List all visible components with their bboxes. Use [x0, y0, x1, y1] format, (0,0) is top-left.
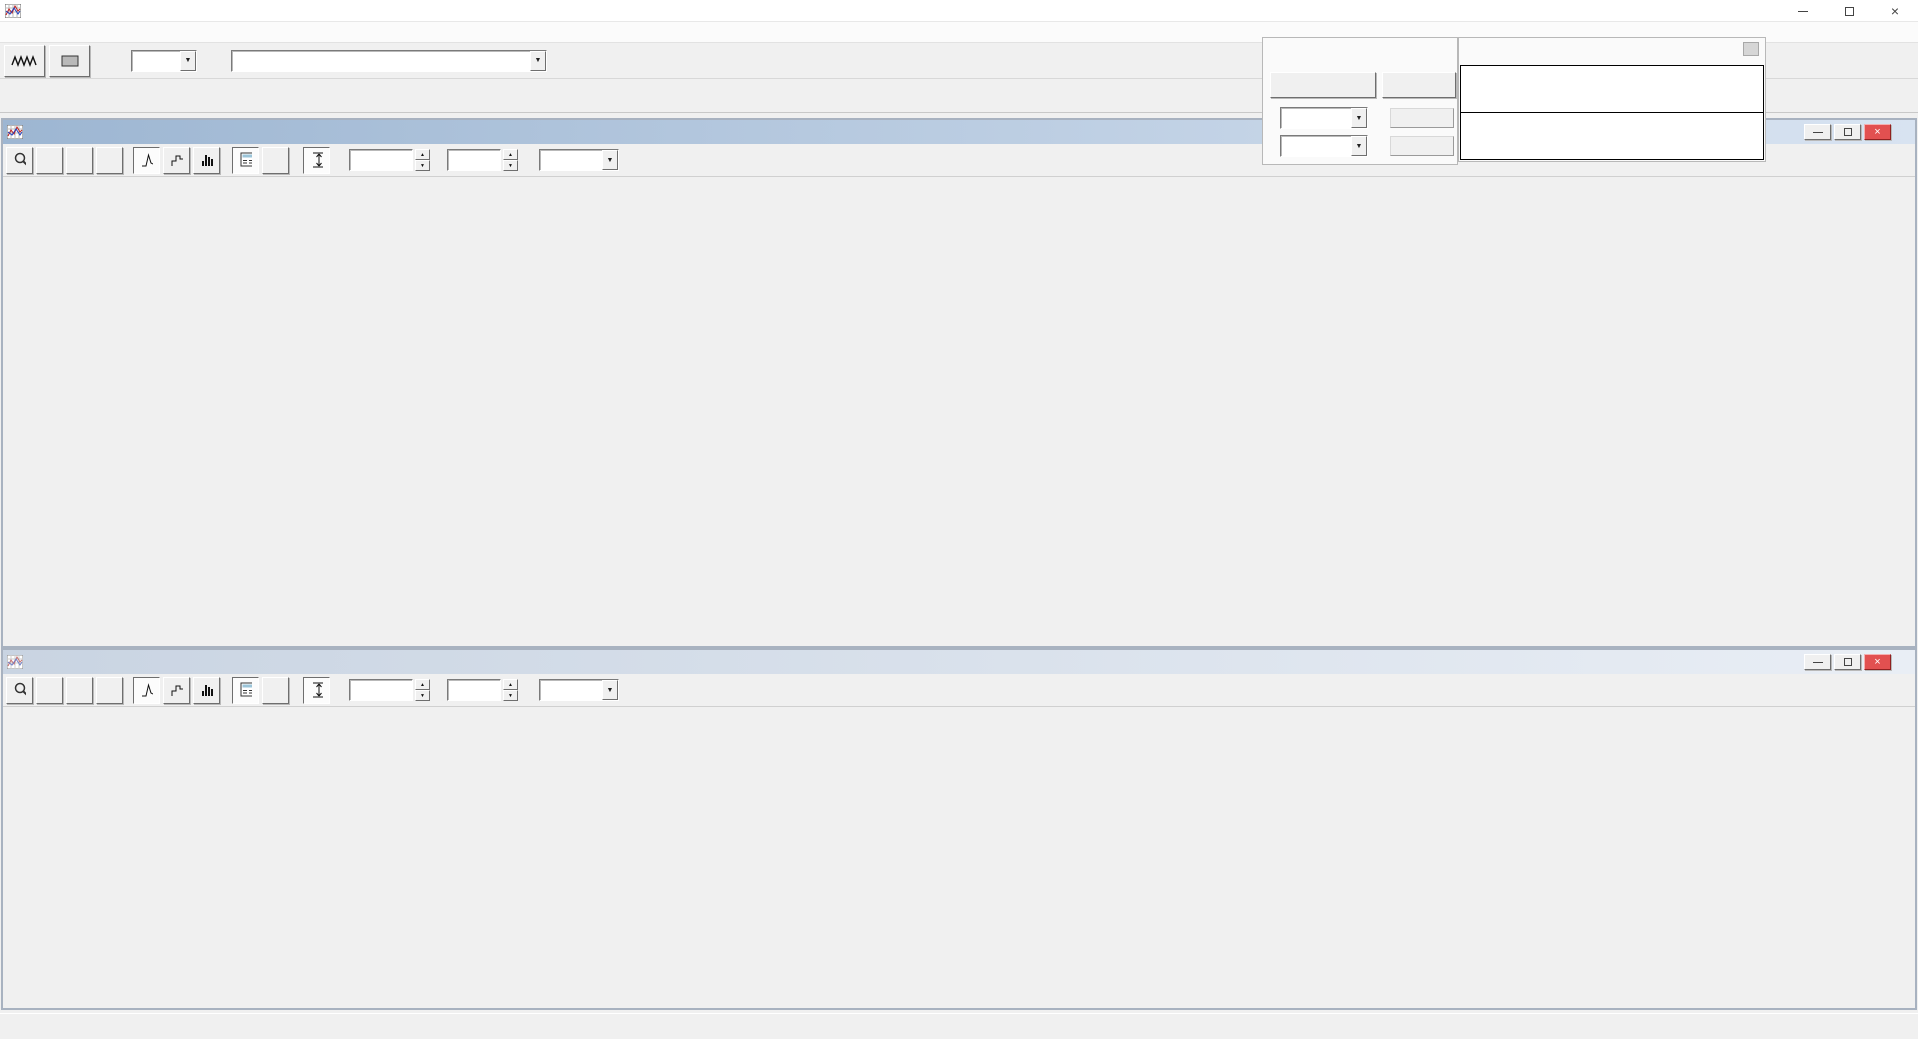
zoom-out-full-button[interactable] — [96, 146, 123, 174]
minimize-icon[interactable] — [1804, 124, 1831, 140]
zoom-icon[interactable] — [6, 676, 33, 704]
marker-button[interactable] — [262, 676, 289, 704]
close-icon[interactable]: × — [1872, 0, 1918, 22]
control-panel-icon[interactable] — [232, 676, 259, 704]
step-plot-mode-icon[interactable] — [163, 146, 190, 174]
plot-range-stepper[interactable]: ▲ ▼ — [503, 149, 518, 171]
spectrum-window-icon — [7, 125, 23, 139]
run-waveform-icon — [10, 54, 39, 68]
minimize-icon[interactable] — [1780, 0, 1826, 22]
main-titlebar: × — [0, 0, 1918, 22]
spectrum-left-window: × ▲ ▼ ▲ ▼ ▼ — [1, 118, 1917, 648]
amplitude-range-icon[interactable] — [303, 146, 330, 174]
right-signal-select[interactable]: ▼ — [1280, 135, 1368, 157]
spin-up-icon[interactable]: ▲ — [415, 679, 430, 690]
plot-range-input[interactable] — [447, 149, 501, 171]
bar-plot-mode-icon[interactable] — [193, 676, 220, 704]
step-plot-mode-icon[interactable] — [163, 676, 190, 704]
panel-menu-icon[interactable] — [1743, 42, 1759, 56]
spin-down-icon[interactable]: ▼ — [503, 690, 518, 701]
thd-panel — [1458, 37, 1766, 162]
maximize-icon[interactable] — [1834, 124, 1861, 140]
plot-range-input[interactable] — [447, 679, 501, 701]
zoom-in-2x-button[interactable] — [36, 146, 63, 174]
chevron-down-icon[interactable]: ▼ — [602, 680, 618, 700]
zoom-out-full-button[interactable] — [96, 676, 123, 704]
zoom-icon[interactable] — [6, 146, 33, 174]
line-plot-mode-icon[interactable] — [133, 676, 160, 704]
chevron-down-icon[interactable]: ▼ — [1351, 108, 1367, 128]
plot-top-stepper[interactable]: ▲ ▼ — [415, 679, 430, 701]
plot-range-stepper[interactable]: ▲ ▼ — [503, 679, 518, 701]
right-details-button[interactable] — [1390, 136, 1454, 156]
app-window: × ▼ ▼ × ▲ ▼ ▲ ▼ ▼ × ▲ ▼ ▲ ▼ ▼ ▼ ▼ — [0, 0, 1918, 1039]
spin-down-icon[interactable]: ▼ — [415, 690, 430, 701]
line-plot-mode-icon[interactable] — [133, 146, 160, 174]
chevron-down-icon[interactable]: ▼ — [180, 50, 196, 71]
spin-down-icon[interactable]: ▼ — [503, 160, 518, 171]
marker-button[interactable] — [262, 146, 289, 174]
chevron-down-icon[interactable]: ▼ — [530, 50, 546, 71]
spin-up-icon[interactable]: ▲ — [503, 149, 518, 160]
restore-icon[interactable] — [1826, 0, 1872, 22]
signal-generator-panel: ▼ ▼ — [1262, 37, 1458, 165]
peak-hold-select[interactable]: ▼ — [539, 149, 619, 171]
amplitude-range-icon[interactable] — [303, 676, 330, 704]
plot-top-input[interactable] — [349, 679, 413, 701]
spin-down-icon[interactable]: ▼ — [415, 160, 430, 171]
avg-select[interactable]: ▼ — [131, 49, 197, 72]
minimize-icon[interactable] — [1804, 654, 1831, 670]
spectrum-window-icon — [7, 655, 23, 669]
maximize-icon[interactable] — [1834, 654, 1861, 670]
thd-right-value — [1461, 112, 1763, 158]
status-bar — [0, 1013, 1918, 1039]
control-panel-icon[interactable] — [232, 146, 259, 174]
generator-level-button[interactable] — [1382, 72, 1456, 98]
spin-up-icon[interactable]: ▲ — [415, 149, 430, 160]
peak-hold-select[interactable]: ▼ — [539, 679, 619, 701]
spectrum-right-toolbar: ▲ ▼ ▲ ▼ ▼ — [3, 674, 1915, 707]
load-configuration-select[interactable]: ▼ — [231, 49, 547, 72]
stop-icon — [58, 54, 82, 68]
thd-readout — [1460, 65, 1764, 160]
zoom-out-2x-button[interactable] — [66, 146, 93, 174]
run-button[interactable] — [4, 44, 45, 77]
spectrum-right-window: × ▲ ▼ ▲ ▼ ▼ — [1, 648, 1917, 1010]
close-icon[interactable]: × — [1864, 124, 1891, 140]
spectrum-right-titlebar[interactable]: × — [3, 650, 1915, 674]
stop-button[interactable] — [49, 44, 90, 77]
spin-up-icon[interactable]: ▲ — [503, 679, 518, 690]
thd-left-value — [1461, 66, 1763, 112]
plot-top-stepper[interactable]: ▲ ▼ — [415, 149, 430, 171]
zoom-out-2x-button[interactable] — [66, 676, 93, 704]
plot-top-input[interactable] — [349, 149, 413, 171]
bar-plot-mode-icon[interactable] — [193, 146, 220, 174]
generator-run-button[interactable] — [1270, 72, 1376, 98]
zoom-in-2x-button[interactable] — [36, 676, 63, 704]
close-icon[interactable]: × — [1864, 654, 1891, 670]
left-signal-select[interactable]: ▼ — [1280, 107, 1368, 129]
left-details-button[interactable] — [1390, 108, 1454, 128]
chevron-down-icon[interactable]: ▼ — [602, 150, 618, 170]
app-icon — [5, 3, 21, 18]
chevron-down-icon[interactable]: ▼ — [1351, 136, 1367, 156]
